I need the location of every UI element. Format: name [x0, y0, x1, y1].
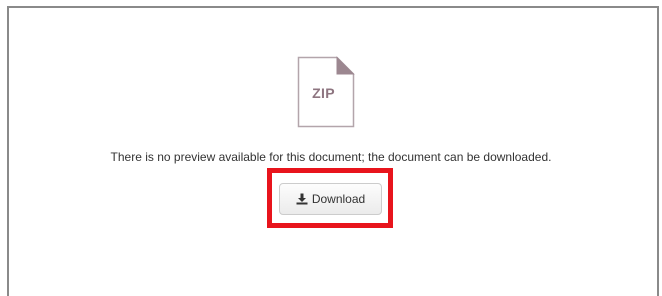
download-icon: [296, 193, 308, 205]
download-button[interactable]: Download: [279, 183, 382, 215]
file-type-label: ZIP: [312, 85, 335, 101]
no-preview-message: There is no preview available for this d…: [110, 150, 552, 164]
zip-file-icon: ZIP: [297, 56, 355, 128]
download-label: Download: [311, 192, 366, 206]
